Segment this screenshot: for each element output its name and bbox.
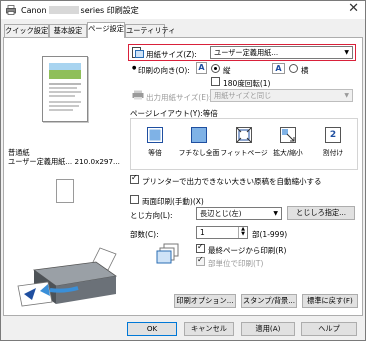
copies-value: 1 [200,228,205,237]
title-bar: Canon series 印刷設定 ✕ [1,1,365,19]
paper-orientation-icon [56,179,74,203]
reverse-order-checkbox[interactable] [196,242,205,253]
apply-button[interactable]: 適用(A) [241,322,295,336]
tab-maintenance[interactable]: ユーティリティ [125,24,175,37]
landscape-label: 横 [301,66,309,75]
orientation-label: 印刷の向き(O): [138,66,190,75]
window-title-suffix: series 印刷設定 [80,6,139,15]
portrait-label: 縦 [223,66,231,75]
layout-borderless-option[interactable]: フチなし全面 [179,123,219,163]
output-size-value: 用紙サイズと同じ [214,91,272,100]
landscape-icon: A [272,63,285,74]
rotate-180-label: 180度回転(1) [223,79,271,88]
layout-borderless-label: フチなし全面 [178,149,220,157]
binding-label: とじ方向(L): [130,211,173,220]
tab-quick-setup[interactable]: クイック設定 [4,24,49,37]
printer-app-icon [6,5,16,15]
preview-pane: 普通紙 ユーザー定義用紙... 210.0x297... [8,42,126,310]
print-settings-window: Canon series 印刷設定 ✕ クイック設定 基本設定 ページ設定 ユーテ… [0,0,366,341]
portrait-radio[interactable] [211,64,220,73]
landscape-radio[interactable] [289,64,298,73]
page-layout-group: 等倍 フチなし全面 フィットページ 拡大/縮小 2 割付け [130,118,358,170]
rotate-180-checkbox[interactable] [211,77,220,86]
chevron-down-icon: ▼ [344,49,349,56]
tab-page-setup[interactable]: ページ設定 [87,22,125,38]
defaults-button[interactable]: 標準に戻す(F) [302,294,358,308]
binding-margin-button[interactable]: とじしろ指定... [287,206,355,220]
help-button[interactable]: ヘルプ [301,322,357,336]
binding-value: 長辺とじ(左) [200,209,242,218]
window-title-prefix: Canon [21,6,47,15]
paper-size-select[interactable]: ユーザー定義用紙... ▼ [210,46,353,59]
portrait-icon: A [196,62,207,74]
chevron-down-icon: ▼ [344,92,349,99]
tab-main[interactable]: 基本設定 [49,24,87,37]
layout-paginate-label: 割付け [322,149,344,157]
auto-reduce-label: プリンターで出力できない大きい原稿を自動縮小する [142,177,322,186]
layout-scaled-label: 拡大/縮小 [273,149,303,157]
window-title: Canon series 印刷設定 [21,5,139,16]
cancel-button[interactable]: キャンセル [184,322,234,336]
layout-normal-icon [147,127,163,143]
output-size-label: 出力用紙サイズ(E): [146,93,212,102]
layout-fit-option[interactable]: フィットページ [220,123,268,163]
copies-stack-icon [156,243,179,264]
auto-reduce-checkbox[interactable] [130,173,139,184]
layout-borderless-icon [191,127,207,143]
ok-button[interactable]: OK [127,322,177,336]
paper-size-value: ユーザー定義用紙... [214,48,279,57]
layout-normal-option[interactable]: 等倍 [136,123,174,163]
stamp-background-button[interactable]: スタンプ/背景... [241,294,297,308]
layout-normal-label: 等倍 [148,149,162,157]
layout-paginate-option[interactable]: 2 割付け [314,123,352,163]
chevron-down-icon: ▼ [273,210,278,217]
redacted-model-name [48,6,79,14]
paper-preview [42,56,88,122]
page-thumbnail-image [49,63,81,111]
print-options-button[interactable]: 印刷オプション... [174,294,236,308]
collate-checkbox[interactable] [196,255,205,266]
paper-size-label: 用紙サイズ(Z): [146,50,197,59]
duplex-label: 両面印刷(手動)(X) [142,197,204,206]
copies-spinner[interactable]: 1 ▲ ▼ [196,226,248,239]
copies-label: 部数(C): [130,230,159,239]
binding-select[interactable]: 長辺とじ(左) ▼ [196,207,282,220]
copies-range-label: 部(1-999) [252,230,288,239]
duplex-checkbox[interactable] [130,195,139,204]
layout-fit-icon [236,127,252,143]
spinner-arrows-icon: ▲ ▼ [238,227,247,238]
close-icon[interactable]: ✕ [348,2,359,16]
layout-fit-label: フィットページ [220,149,268,157]
layout-scaled-icon [280,127,296,143]
reverse-order-label: 最終ページから印刷(R) [208,246,287,255]
page-setup-panel: 普通紙 ユーザー定義用紙... 210.0x297... 用紙サイズ(Z): ユ… [3,37,363,316]
layout-scaled-option[interactable]: 拡大/縮小 [269,123,307,163]
printer-illustration-icon [17,247,118,307]
output-printer-icon [132,90,144,100]
collate-label: 部単位で印刷(T) [208,259,264,268]
output-size-select[interactable]: 用紙サイズと同じ ▼ [210,89,353,102]
layout-paginate-icon: 2 [325,127,341,143]
paper-size-icon [132,47,144,58]
preview-size-label: ユーザー定義用紙... 210.0x297... [8,157,120,166]
bullet-icon: ● [132,65,137,71]
